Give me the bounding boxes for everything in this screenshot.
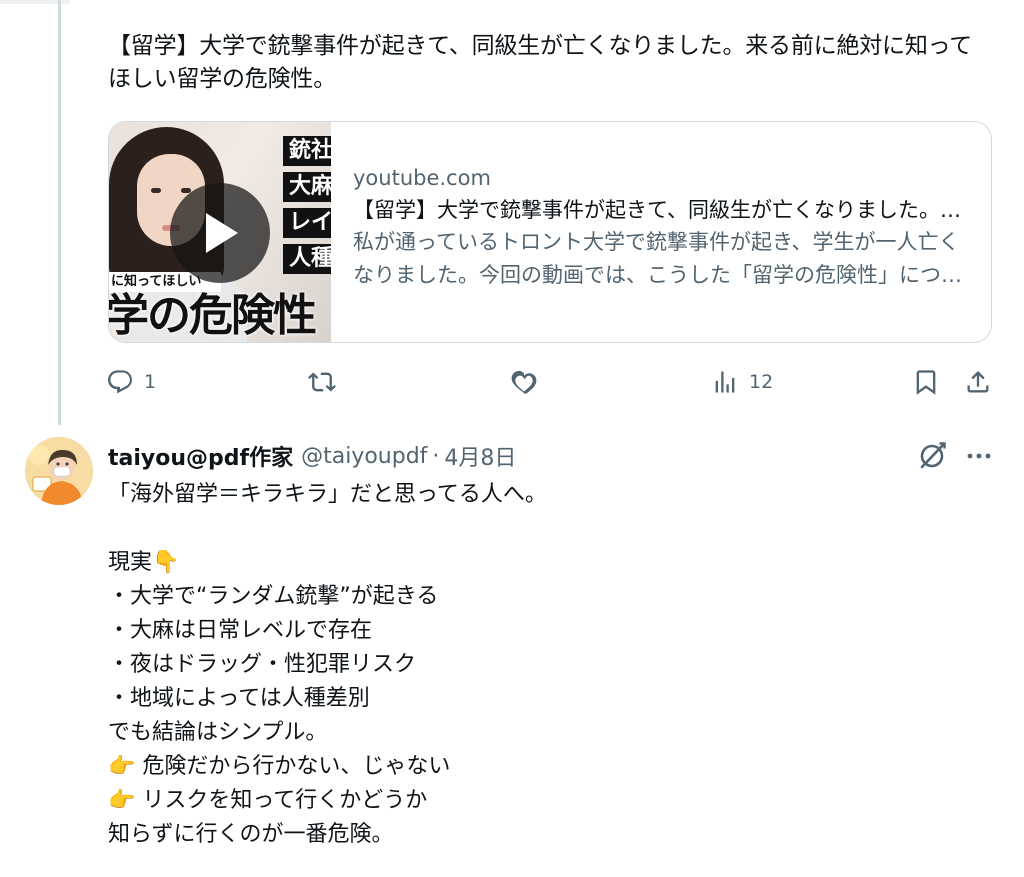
thread-connector-line <box>58 0 61 425</box>
avatar[interactable] <box>25 437 93 505</box>
video-thumbnail[interactable]: 銃社 大麻 レイ 人種 に知ってほしい 学の危険性 <box>109 122 331 342</box>
repost-icon <box>308 372 336 392</box>
separator-dot: · <box>432 443 440 469</box>
card-description: 私が通っているトロント大学で銃撃事件が起き、学生が一人亡くなりました。今回の動画… <box>353 230 962 287</box>
repost-button[interactable] <box>308 364 336 400</box>
tweet-text: 「海外留学＝キラキラ」だと思ってる人へ。 現実👇 ・大学で“ランダム銃撃”が起き… <box>108 478 988 852</box>
thumbnail-tag: レイ <box>283 208 331 238</box>
tweet-text: 【留学】大学で銃撃事件が起きて、同級生が亡くなりました。来る前に絶対に知って ほ… <box>108 30 998 96</box>
user-handle[interactable]: @taiyoupdf <box>301 444 427 469</box>
reply-icon <box>108 370 132 394</box>
tweet-text-line: 知らずに行くのが一番危険。 <box>108 822 394 847</box>
tweet-text-line: ・地域によっては人種差別 <box>108 686 370 711</box>
avatar-illustration <box>25 437 93 505</box>
tweet-text-line: ・大麻は日常レベルで存在 <box>108 618 373 643</box>
tweet-text-line: でも結論はシンプル。 <box>108 720 328 745</box>
thumbnail-headline: 学の危険性 <box>109 290 317 341</box>
thumbnail-tag: 大麻 <box>283 172 331 202</box>
tweet-text-line: 【留学】大学で銃撃事件が起きて、同級生が亡くなりました。来る前に絶対に知って <box>108 33 973 59</box>
tweet-text-line <box>108 512 988 546</box>
tweet-text-line: ほしい留学の危険性。 <box>108 66 337 92</box>
share-button[interactable] <box>964 364 992 400</box>
tweet-text-line: 👉 危険だから行かない、じゃない <box>108 754 451 779</box>
tweet-action-bar: 1 12 <box>104 364 996 400</box>
reply-button[interactable]: 1 <box>106 364 156 400</box>
tweet-text-line: ・夜はドラッグ・性犯罪リスク <box>108 652 417 677</box>
like-button[interactable] <box>510 364 538 400</box>
display-name[interactable]: taiyou@pdf作家 <box>108 440 293 472</box>
tweet-date[interactable]: 4月8日 <box>444 440 516 472</box>
card-title: 【留学】大学で銃撃事件が起きて、同級生が亡くなりました。来る前に絶対に知ってほし… <box>353 198 969 222</box>
grok-icon[interactable] <box>915 439 949 473</box>
thumbnail-tag: 人種 <box>283 244 331 274</box>
card-body: youtube.com 【留学】大学で銃撃事件が起きて、同級生が亡くなりました。… <box>331 122 991 342</box>
tweet-header: taiyou@pdf作家 @taiyoupdf · 4月8日 <box>108 438 516 474</box>
thumbnail-eye <box>151 188 161 193</box>
more-options-icon[interactable] <box>962 439 996 473</box>
thumbnail-tag: 銃社 <box>283 136 331 166</box>
views-count: 12 <box>749 371 774 393</box>
tweet-text-line: ・大学で“ランダム銃撃”が起きる <box>108 584 439 609</box>
tweet-text-line: 「海外留学＝キラキラ」だと思ってる人へ。 <box>108 482 547 507</box>
views-button[interactable]: 12 <box>711 364 773 400</box>
bookmark-button[interactable] <box>912 364 940 400</box>
bookmark-icon <box>916 370 936 395</box>
link-preview-card[interactable]: 銃社 大麻 レイ 人種 に知ってほしい 学の危険性 youtube.com 【留… <box>108 121 992 343</box>
tweet-text-line: 現実👇 <box>108 550 180 575</box>
heart-icon <box>511 370 537 394</box>
card-domain: youtube.com <box>353 166 491 190</box>
reply-count: 1 <box>144 371 157 393</box>
share-icon <box>967 371 989 393</box>
views-chart-icon <box>715 371 735 393</box>
play-icon <box>206 213 238 253</box>
tweet-text-line: 👉 リスクを知って行くかどうか <box>108 788 428 813</box>
play-button[interactable] <box>170 183 270 283</box>
